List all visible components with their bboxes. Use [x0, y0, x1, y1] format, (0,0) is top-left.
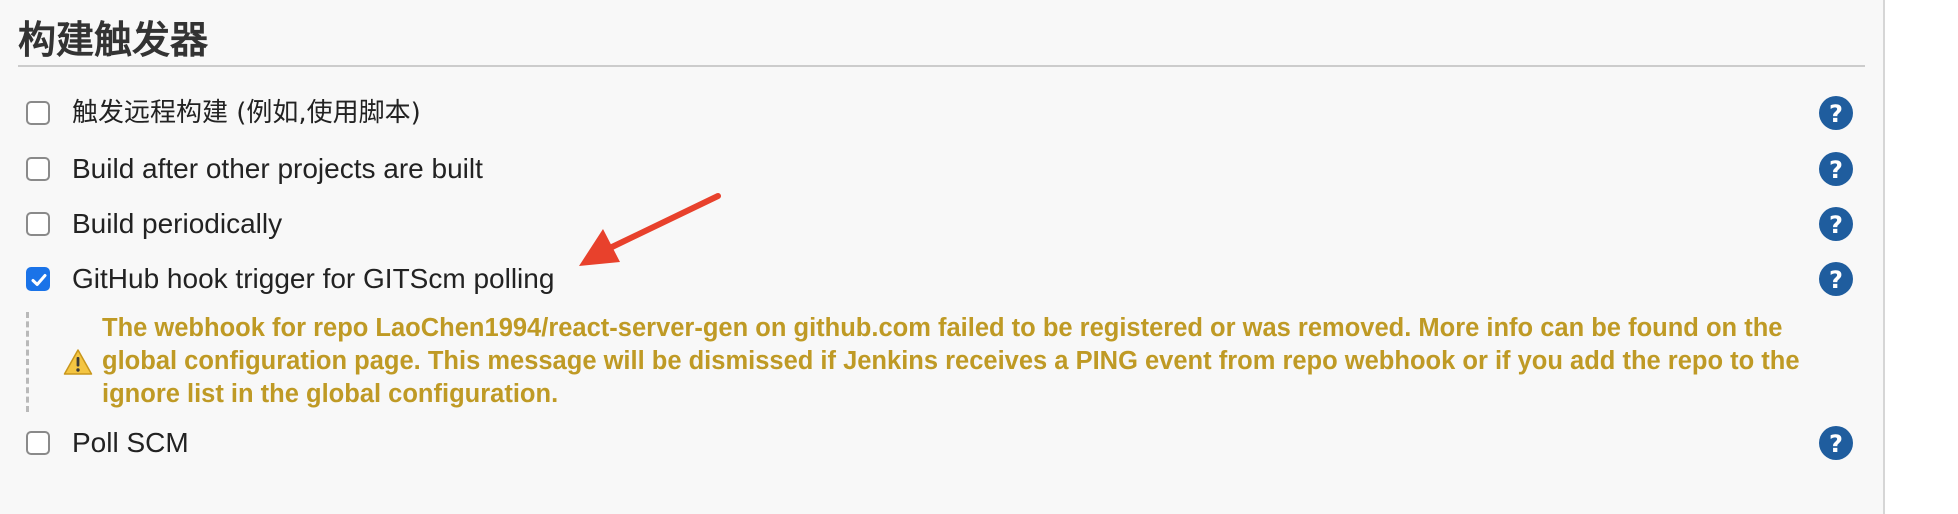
- annotation-arrow: [579, 193, 721, 266]
